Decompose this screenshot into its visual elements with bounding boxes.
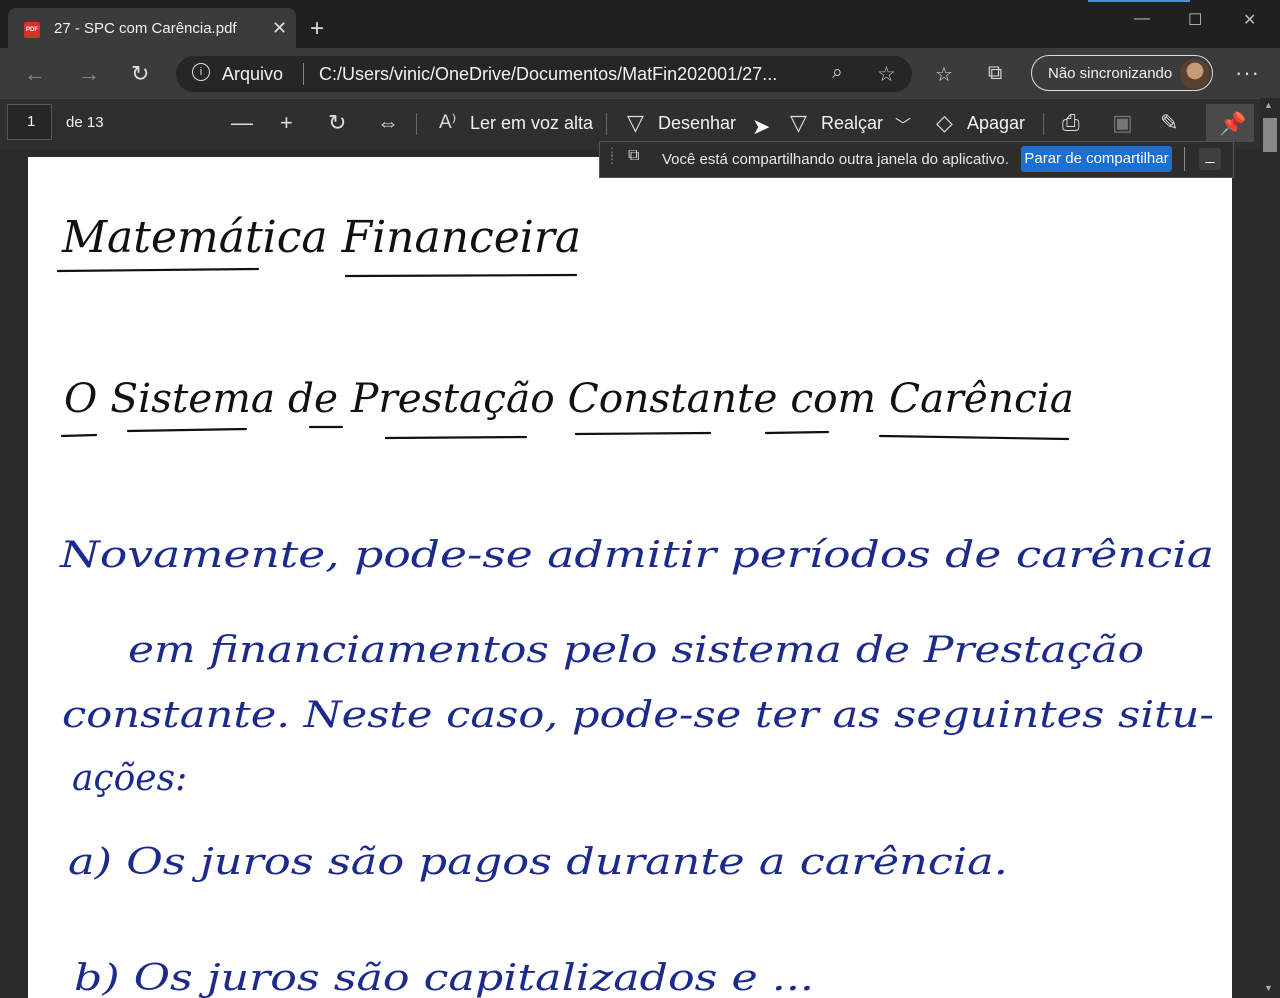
highlight-button[interactable]: Realçar [821, 113, 883, 134]
list-items: a) Os juros são pagos durante a carência… [68, 842, 1008, 998]
fit-page-icon[interactable]: ⇔ [377, 110, 399, 136]
zoom-icon[interactable]: ⌕ [832, 62, 843, 84]
url-text[interactable]: C:/Users/vinic/OneDrive/Documentos/MatFi… [319, 64, 777, 85]
refresh-icon[interactable]: ↻ [131, 62, 149, 86]
paragraph: Novamente, pode-se admitir períodos de c… [59, 535, 1214, 799]
accent-line [1088, 0, 1190, 2]
scrollbar[interactable] [1260, 98, 1280, 998]
favorite-star-icon[interactable]: ☆ [877, 62, 896, 87]
collections-icon[interactable]: ⧉ [988, 62, 1002, 85]
pdf-icon: PDF [24, 22, 40, 38]
draw-icon[interactable]: ▽ [627, 110, 644, 136]
subtitle: O Sistema de Prestação Constante com Car… [64, 376, 1074, 422]
share-window-icon: ⧉ [628, 147, 640, 164]
pin-icon[interactable]: 📌 [1219, 111, 1246, 137]
close-window-icon[interactable]: ✕ [1243, 10, 1256, 30]
list-item-b: b) Os juros são capitalizados e ... [74, 958, 814, 998]
save-icon[interactable]: ▣ [1112, 110, 1133, 136]
share-message: Você está compartilhando outra janela do… [662, 151, 1009, 168]
favorites-icon[interactable]: ☆ [935, 62, 953, 87]
highlight-icon[interactable]: ▽ [790, 110, 807, 136]
pdf-page: Matemática Financeira O Sistema de Prest… [28, 157, 1232, 998]
new-tab-icon[interactable]: + [310, 16, 324, 42]
minimize-banner-button[interactable]: _ [1199, 148, 1221, 170]
chevron-down-icon[interactable]: ﹀ [895, 114, 911, 140]
read-aloud-button[interactable]: Ler em voz alta [470, 113, 593, 134]
scroll-down-icon[interactable]: ▼ [1264, 983, 1273, 993]
minimize-window-icon[interactable]: — [1134, 10, 1150, 28]
toolbar-separator [1043, 113, 1044, 135]
zoom-in-icon[interactable]: + [280, 110, 293, 136]
eraser-icon[interactable]: ◇ [936, 110, 953, 136]
forward-icon[interactable]: → [78, 62, 100, 86]
page-title-block: Matemática Financeira [56, 212, 581, 278]
toolbar-separator [416, 113, 417, 135]
rotate-icon[interactable]: ↻ [328, 110, 346, 136]
subtitle-block: O Sistema de Prestação Constante com Car… [60, 376, 1074, 441]
page-total-label: de 13 [66, 114, 104, 131]
paragraph-line-4: ações: [72, 758, 187, 799]
drag-handle-icon[interactable]: ⋮ ⋮ [606, 146, 618, 165]
scroll-up-icon[interactable]: ▲ [1264, 100, 1273, 110]
tab-title: 27 - SPC com Carência.pdf [54, 20, 237, 37]
draw-button[interactable]: Desenhar [658, 113, 736, 134]
maximize-window-icon[interactable]: ☐ [1188, 10, 1202, 30]
page-number-input[interactable]: 1 [7, 104, 52, 140]
mouse-cursor-icon: ➤ [752, 114, 771, 139]
stop-sharing-button[interactable]: Parar de compartilhar [1021, 146, 1172, 172]
page-title: Matemática Financeira [61, 212, 581, 263]
avatar[interactable] [1180, 59, 1210, 89]
paragraph-line-2: em financiamentos pelo sistema de Presta… [128, 630, 1144, 671]
address-separator [303, 63, 304, 85]
paragraph-line-3: constante. Neste caso, pode-se ter as se… [62, 695, 1214, 736]
read-aloud-icon[interactable]: A⁾ [439, 110, 456, 136]
profile-label: Não sincronizando [1048, 65, 1173, 82]
banner-separator [1184, 147, 1185, 171]
info-icon[interactable]: i [192, 63, 210, 81]
print-icon[interactable]: ⎙ [1062, 110, 1080, 136]
scroll-thumb[interactable] [1263, 118, 1277, 152]
address-scheme-label: Arquivo [222, 64, 284, 84]
erase-button[interactable]: Apagar [967, 113, 1025, 134]
back-icon[interactable]: ← [24, 62, 46, 86]
more-options-icon[interactable]: ··· [1235, 60, 1260, 86]
paragraph-line-1: Novamente, pode-se admitir períodos de c… [59, 535, 1214, 576]
zoom-out-icon[interactable]: — [231, 110, 253, 136]
save-as-icon[interactable]: ✎ [1160, 110, 1178, 136]
list-item-a: a) Os juros são pagos durante a carência… [68, 842, 1008, 883]
close-tab-icon[interactable]: ✕ [272, 18, 287, 38]
toolbar-separator [606, 113, 607, 135]
